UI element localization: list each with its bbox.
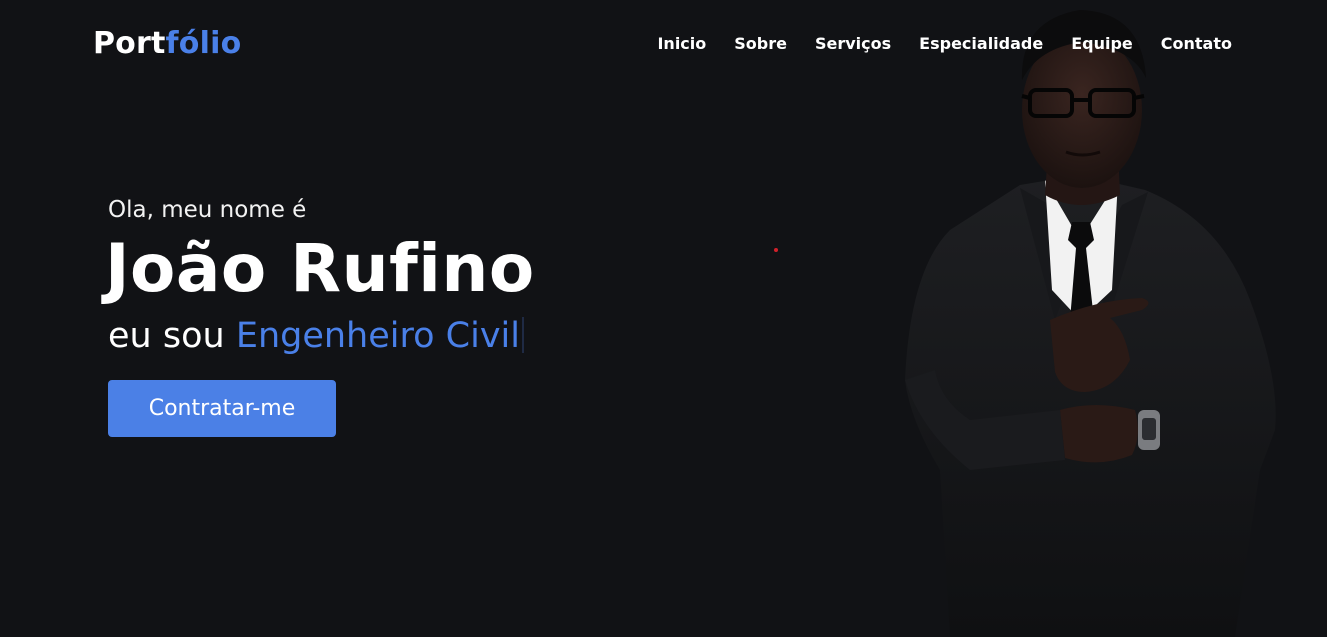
- nav-link-especialidade[interactable]: Especialidade: [919, 34, 1043, 53]
- hero-content: Ola, meu nome é João Rufino eu sou Engen…: [105, 193, 535, 437]
- red-dot-marker: [774, 248, 778, 252]
- logo-text-part2: fólio: [165, 26, 242, 61]
- typing-cursor: [521, 317, 524, 353]
- nav-link-sobre[interactable]: Sobre: [734, 34, 787, 53]
- logo-link[interactable]: Portfólio: [93, 24, 241, 64]
- hero-role-prefix: eu sou: [108, 316, 225, 356]
- hero-role: Engenheiro Civil: [235, 316, 520, 356]
- hire-me-button[interactable]: Contratar-me: [108, 380, 336, 437]
- hero-greeting: Ola, meu nome é: [108, 197, 307, 223]
- nav-link-servicos[interactable]: Serviços: [815, 34, 891, 53]
- nav-link-inicio[interactable]: Inicio: [657, 34, 706, 53]
- nav-link-equipe[interactable]: Equipe: [1071, 34, 1133, 53]
- logo-text-part1: Port: [93, 26, 166, 61]
- portrait-image: [905, 10, 1276, 637]
- nav-item-inicio: Inicio: [657, 33, 706, 55]
- nav-item-equipe: Equipe: [1071, 33, 1133, 55]
- nav-item-contato: Contato: [1161, 33, 1232, 55]
- navbar: Portfólio Inicio Sobre Serviços Especial…: [0, 0, 1327, 88]
- hero-role-line: eu sou Engenheiro Civil: [108, 313, 535, 359]
- nav-menu: Inicio Sobre Serviços Especialidade Equi…: [629, 33, 1232, 55]
- nav-link-contato[interactable]: Contato: [1161, 34, 1232, 53]
- nav-item-sobre: Sobre: [734, 33, 787, 55]
- nav-item-servicos: Serviços: [815, 33, 891, 55]
- hero-name: João Rufino: [105, 230, 535, 307]
- hero-page: Portfólio Inicio Sobre Serviços Especial…: [0, 0, 1327, 637]
- nav-item-especialidade: Especialidade: [919, 33, 1043, 55]
